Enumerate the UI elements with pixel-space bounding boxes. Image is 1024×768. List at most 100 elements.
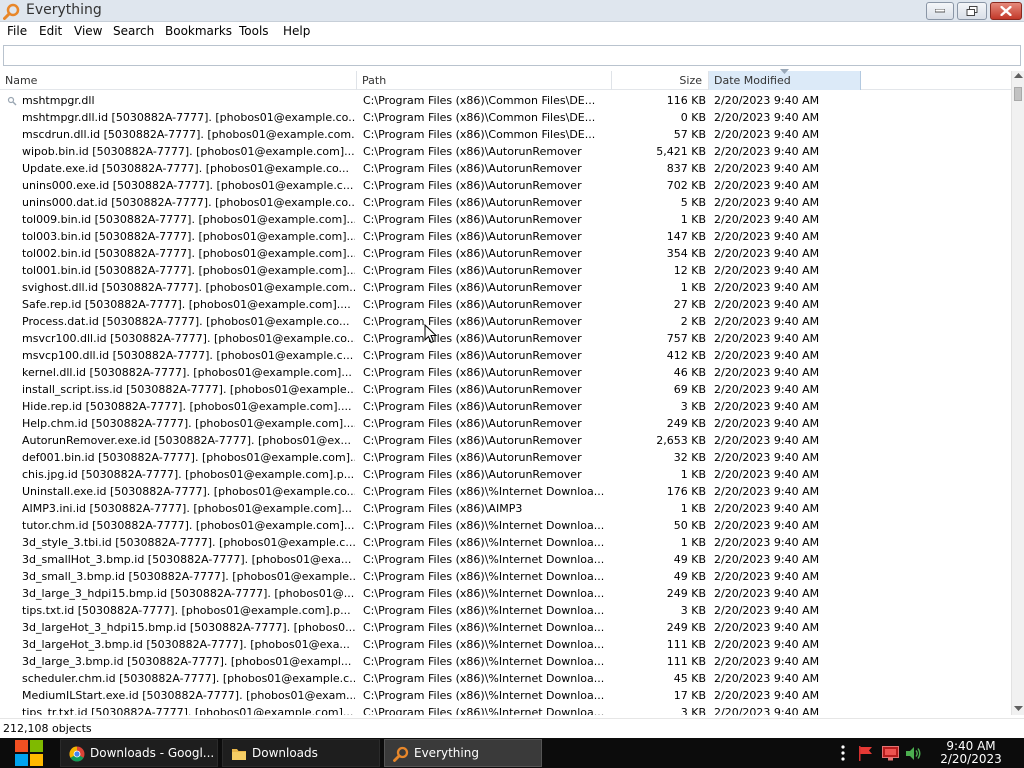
table-row[interactable]: AIMP3.ini.id [5030882A-7777]. [phobos01@… [0, 500, 1011, 517]
table-row[interactable]: install_script.iss.id [5030882A-7777]. [… [0, 381, 1011, 398]
table-row[interactable]: MediumILStart.exe.id [5030882A-7777]. [p… [0, 687, 1011, 704]
cell-date-modified: 2/20/2023 9:40 AM [714, 111, 820, 124]
table-row[interactable]: tol003.bin.id [5030882A-7777]. [phobos01… [0, 228, 1011, 245]
table-row[interactable]: 3d_large_3_hdpi15.bmp.id [5030882A-7777]… [0, 585, 1011, 602]
menu-help[interactable]: Help [283, 24, 310, 38]
table-row[interactable]: Process.dat.id [5030882A-7777]. [phobos0… [0, 313, 1011, 330]
cell-path: C:\Program Files (x86)\AutorunRemover [363, 162, 582, 175]
table-row[interactable]: Update.exe.id [5030882A-7777]. [phobos01… [0, 160, 1011, 177]
table-row[interactable]: 3d_largeHot_3.bmp.id [5030882A-7777]. [p… [0, 636, 1011, 653]
table-row[interactable]: tol009.bin.id [5030882A-7777]. [phobos01… [0, 211, 1011, 228]
menu-view[interactable]: View [74, 24, 102, 38]
vertical-scrollbar[interactable] [1011, 71, 1024, 715]
minimize-button[interactable] [926, 2, 954, 20]
menu-tools[interactable]: Tools [239, 24, 269, 38]
cell-size: 757 KB [666, 332, 706, 345]
table-row[interactable]: mscdrun.dll.id [5030882A-7777]. [phobos0… [0, 126, 1011, 143]
menu-search[interactable]: Search [113, 24, 154, 38]
table-row[interactable]: wipob.bin.id [5030882A-7777]. [phobos01@… [0, 143, 1011, 160]
results-list[interactable]: mshtmpgr.dll C:\Program Files (x86)\Commo… [0, 92, 1011, 715]
cell-size: 176 KB [666, 485, 706, 498]
cell-name: 3d_small_3.bmp.id [5030882A-7777]. [phob… [22, 570, 355, 583]
scroll-down-arrow-icon[interactable] [1014, 706, 1023, 712]
cell-path: C:\Program Files (x86)\AutorunRemover [363, 213, 582, 226]
table-row[interactable]: kernel.dll.id [5030882A-7777]. [phobos01… [0, 364, 1011, 381]
table-row[interactable]: mshtmpgr.dll.id [5030882A-7777]. [phobos… [0, 109, 1011, 126]
table-row[interactable]: 3d_style_3.tbi.id [5030882A-7777]. [phob… [0, 534, 1011, 551]
table-row[interactable]: Safe.rep.id [5030882A-7777]. [phobos01@e… [0, 296, 1011, 313]
cell-path: C:\Program Files (x86)\AutorunRemover [363, 349, 582, 362]
cell-date-modified: 2/20/2023 9:40 AM [714, 400, 820, 413]
table-row[interactable]: tutor.chm.id [5030882A-7777]. [phobos01@… [0, 517, 1011, 534]
action-center-flag-icon[interactable] [858, 746, 874, 761]
table-row[interactable]: tol001.bin.id [5030882A-7777]. [phobos01… [0, 262, 1011, 279]
cell-size: 45 KB [673, 672, 706, 685]
table-row[interactable]: tol002.bin.id [5030882A-7777]. [phobos01… [0, 245, 1011, 262]
search-input[interactable] [3, 45, 1021, 66]
cell-date-modified: 2/20/2023 9:40 AM [714, 383, 820, 396]
menu-bookmarks[interactable]: Bookmarks [165, 24, 232, 38]
cell-size: 702 KB [666, 179, 706, 192]
menu-edit[interactable]: Edit [39, 24, 62, 38]
cell-name: AutorunRemover.exe.id [5030882A-7777]. [… [22, 434, 352, 447]
table-row[interactable]: Uninstall.exe.id [5030882A-7777]. [phobo… [0, 483, 1011, 500]
table-row[interactable]: 3d_largeHot_3_hdpi15.bmp.id [5030882A-77… [0, 619, 1011, 636]
table-row[interactable]: chis.jpg.id [5030882A-7777]. [phobos01@e… [0, 466, 1011, 483]
table-row[interactable]: unins000.dat.id [5030882A-7777]. [phobos… [0, 194, 1011, 211]
everything-app-icon [3, 3, 20, 20]
taskbar-item-chrome[interactable]: Downloads - Googl... [60, 739, 218, 767]
cell-name: install_script.iss.id [5030882A-7777]. [… [22, 383, 355, 396]
more-options-icon[interactable] [839, 745, 847, 761]
column-path-header[interactable]: Path [357, 71, 612, 90]
display-icon[interactable] [882, 746, 899, 761]
system-clock[interactable]: 9:40 AM 2/20/2023 [935, 740, 1007, 766]
title-bar[interactable]: Everything [0, 0, 1024, 22]
cell-date-modified: 2/20/2023 9:40 AM [714, 536, 820, 549]
close-button[interactable] [990, 2, 1022, 20]
menu-bar: File Edit View Search Bookmarks Tools He… [0, 22, 1024, 42]
scroll-up-arrow-icon[interactable] [1014, 73, 1023, 79]
cell-name: tips_tr.txt.id [5030882A-7777]. [phobos0… [22, 706, 354, 715]
cell-date-modified: 2/20/2023 9:40 AM [714, 502, 820, 515]
table-row[interactable]: msvcp100.dll.id [5030882A-7777]. [phobos… [0, 347, 1011, 364]
windows-start-button[interactable] [4, 738, 54, 768]
taskbar-item-label: Everything [414, 746, 479, 760]
table-row[interactable]: def001.bin.id [5030882A-7777]. [phobos01… [0, 449, 1011, 466]
cell-path: C:\Program Files (x86)\AutorunRemover [363, 451, 582, 464]
table-row[interactable]: 3d_large_3.bmp.id [5030882A-7777]. [phob… [0, 653, 1011, 670]
folder-icon [232, 749, 246, 760]
table-row[interactable]: msvcr100.dll.id [5030882A-7777]. [phobos… [0, 330, 1011, 347]
table-row[interactable]: 3d_smallHot_3.bmp.id [5030882A-7777]. [p… [0, 551, 1011, 568]
scrollbar-thumb[interactable] [1014, 87, 1022, 101]
table-row[interactable]: tips_tr.txt.id [5030882A-7777]. [phobos0… [0, 704, 1011, 715]
cell-date-modified: 2/20/2023 9:40 AM [714, 621, 820, 634]
menu-file[interactable]: File [7, 24, 27, 38]
table-row[interactable]: tips.txt.id [5030882A-7777]. [phobos01@e… [0, 602, 1011, 619]
column-header-filler [861, 71, 1011, 90]
table-row[interactable]: unins000.exe.id [5030882A-7777]. [phobos… [0, 177, 1011, 194]
table-row[interactable]: Help.chm.id [5030882A-7777]. [phobos01@e… [0, 415, 1011, 432]
taskbar-item-downloads[interactable]: Downloads [222, 739, 380, 767]
cell-size: 412 KB [666, 349, 706, 362]
taskbar-item-everything[interactable]: Everything [384, 739, 542, 767]
table-row[interactable]: Hide.rep.id [5030882A-7777]. [phobos01@e… [0, 398, 1011, 415]
cell-path: C:\Program Files (x86)\%Internet Downloa… [363, 519, 605, 532]
cell-date-modified: 2/20/2023 9:40 AM [714, 638, 820, 651]
cell-date-modified: 2/20/2023 9:40 AM [714, 485, 820, 498]
column-size-header[interactable]: Size [612, 71, 709, 90]
volume-icon[interactable] [905, 746, 922, 761]
table-row[interactable]: 3d_small_3.bmp.id [5030882A-7777]. [phob… [0, 568, 1011, 585]
status-bar: 212,108 objects [0, 718, 1024, 738]
cell-date-modified: 2/20/2023 9:40 AM [714, 145, 820, 158]
cell-date-modified: 2/20/2023 9:40 AM [714, 128, 820, 141]
cell-name: MediumILStart.exe.id [5030882A-7777]. [p… [22, 689, 355, 702]
restore-button[interactable] [957, 2, 987, 20]
table-row[interactable]: AutorunRemover.exe.id [5030882A-7777]. [… [0, 432, 1011, 449]
column-name-header[interactable]: Name [0, 71, 357, 90]
table-row[interactable]: svighost.dll.id [5030882A-7777]. [phobos… [0, 279, 1011, 296]
table-row[interactable]: mshtmpgr.dll C:\Program Files (x86)\Commo… [0, 92, 1011, 109]
cell-path: C:\Program Files (x86)\%Internet Downloa… [363, 536, 605, 549]
window-title: Everything [26, 2, 102, 18]
cell-size: 837 KB [666, 162, 706, 175]
table-row[interactable]: scheduler.chm.id [5030882A-7777]. [phobo… [0, 670, 1011, 687]
